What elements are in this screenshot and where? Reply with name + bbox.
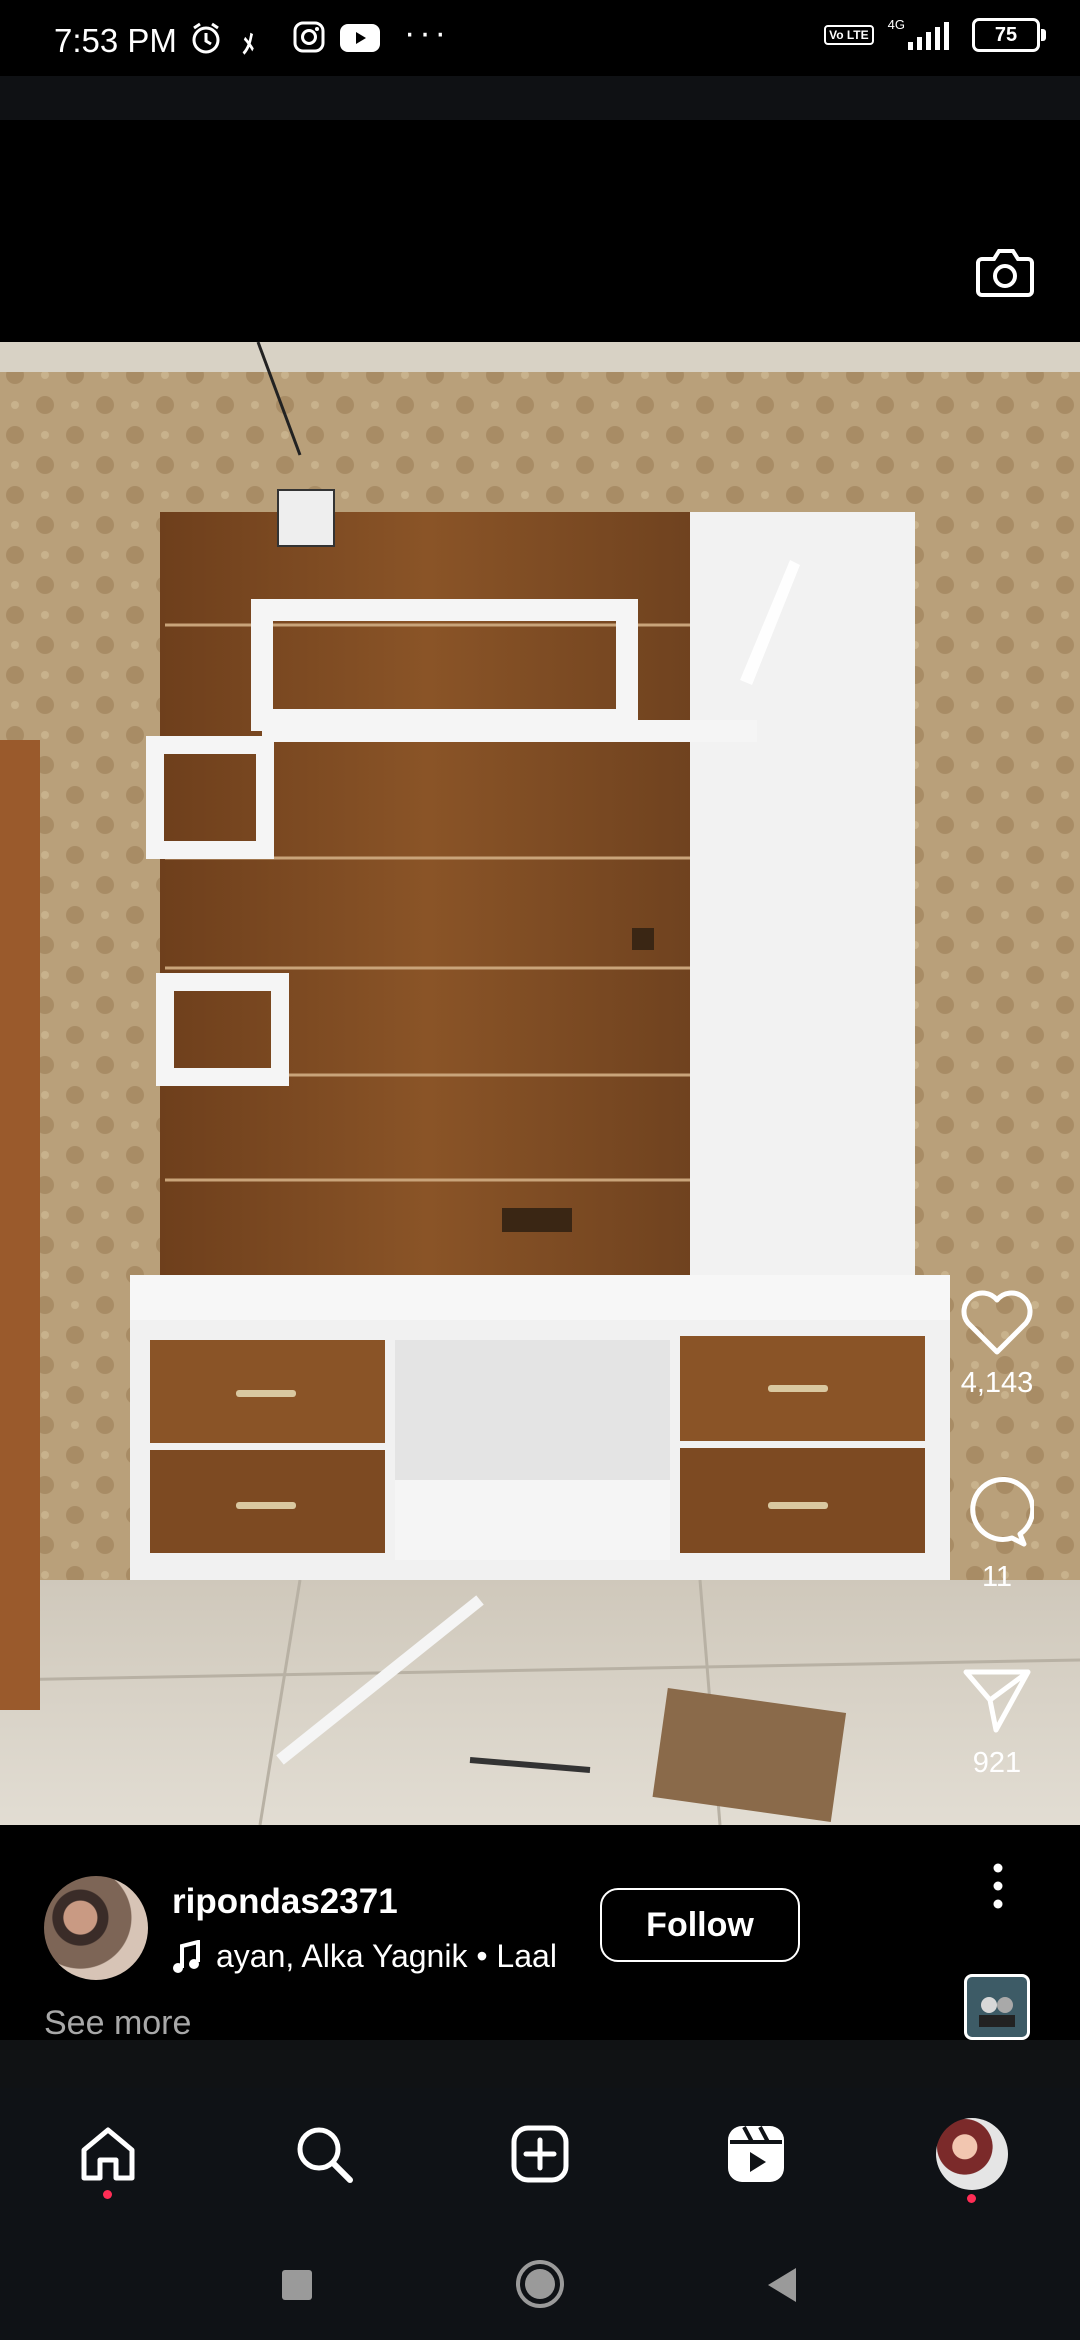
- camera-icon[interactable]: [974, 245, 1036, 306]
- app-notification-icon: ﾒ: [242, 29, 256, 59]
- comment-count: 11: [981, 1561, 1013, 1593]
- profile-notification-dot: [967, 2194, 976, 2203]
- search-icon: [297, 2127, 353, 2183]
- home-notification-dot: [103, 2190, 112, 2199]
- see-more-link[interactable]: See more: [44, 2004, 191, 2043]
- comment-icon: [970, 1476, 1036, 1547]
- like-button[interactable]: 4,143: [912, 1290, 1080, 1400]
- nav-profile[interactable]: [936, 2118, 1008, 2190]
- username[interactable]: ripondas2371: [172, 1882, 398, 1922]
- audio-thumbnail[interactable]: [964, 1974, 1030, 2040]
- heart-icon: [961, 1290, 1033, 1355]
- recents-icon[interactable]: [280, 2268, 314, 2307]
- like-count: 4,143: [960, 1367, 1034, 1399]
- top-strip: [0, 76, 1080, 120]
- volte-badge: Vo LTE: [824, 25, 874, 45]
- nav-home[interactable]: [72, 2118, 144, 2190]
- home-icon: [81, 2127, 135, 2181]
- share-count: 921: [972, 1747, 1022, 1779]
- status-time: 7:53 PM: [54, 22, 177, 59]
- back-icon[interactable]: [764, 2266, 800, 2309]
- status-bar: 7:53 PM ﾒ ··· Vo LTE 4G 75: [0, 0, 1080, 76]
- youtube-icon: [340, 24, 380, 57]
- more-icon[interactable]: [978, 1860, 1018, 1916]
- user-avatar[interactable]: [44, 1876, 148, 1980]
- instagram-icon: [292, 20, 326, 59]
- audio-title: ayan, Alka Yagnik • Laal: [216, 1938, 557, 1974]
- nav-create[interactable]: [504, 2118, 576, 2190]
- system-nav-bar: [0, 2208, 1080, 2340]
- share-icon: [963, 1669, 1031, 1733]
- nav-reels[interactable]: [720, 2118, 792, 2190]
- home-circle-icon[interactable]: [514, 2258, 566, 2315]
- reels-icon: [728, 2126, 784, 2182]
- more-notifications-icon: ···: [404, 14, 450, 52]
- alarm-icon: [188, 20, 224, 61]
- profile-avatar: [936, 2118, 1008, 2190]
- audio-row[interactable]: ayan, Alka Yagnik • Laal: [172, 1938, 592, 1975]
- signal-icon: 4G: [887, 17, 958, 50]
- share-button[interactable]: 921: [912, 1666, 1080, 1780]
- battery-indicator: 75: [972, 18, 1046, 52]
- create-icon: [511, 2125, 569, 2183]
- nav-search[interactable]: [288, 2118, 360, 2190]
- network-type: 4G: [887, 17, 905, 32]
- follow-button[interactable]: Follow: [600, 1888, 800, 1962]
- comment-button[interactable]: 11: [912, 1476, 1080, 1594]
- panel-separator: [0, 2040, 1080, 2088]
- status-right: Vo LTE 4G 75: [824, 17, 1046, 52]
- music-note-icon: [173, 1939, 200, 1973]
